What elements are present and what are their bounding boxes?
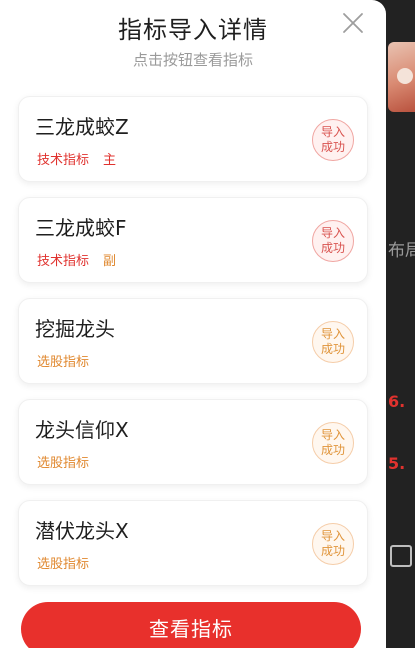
stamp-line: 导入 [320, 327, 345, 341]
import-success-stamp: 导入 成功 [312, 119, 354, 161]
stamp-line: 导入 [320, 125, 345, 139]
stamp-line: 导入 [320, 226, 345, 240]
indicator-category: 选股指标 [37, 557, 90, 572]
indicator-category: 技术指标 [37, 254, 90, 269]
indicator-card[interactable]: 龙头信仰X 选股指标 导入 成功 [18, 399, 368, 485]
indicator-name: 龙头信仰X [35, 418, 129, 442]
import-success-stamp: 导入 成功 [312, 422, 354, 464]
stamp-line: 成功 [320, 342, 345, 356]
indicator-role: 副 [103, 254, 117, 269]
import-success-stamp: 导入 成功 [312, 220, 354, 262]
background-value-fragment: 6. [388, 392, 406, 411]
background-text-fragment: 布局 [388, 241, 415, 261]
indicator-category: 选股指标 [37, 355, 90, 370]
indicator-card[interactable]: 挖掘龙头 选股指标 导入 成功 [18, 298, 368, 384]
sheet-title: 指标导入详情 [118, 16, 268, 44]
indicator-import-sheet: 指标导入详情 点击按钮查看指标 三龙成蛟Z 技术指标主 导入 成功 三龙成蛟F [0, 0, 386, 648]
sheet-subtitle: 点击按钮查看指标 [132, 51, 253, 69]
indicator-name: 三龙成蛟Z [35, 115, 129, 139]
view-indicators-button[interactable]: 查看指标 [21, 602, 361, 648]
stamp-line: 导入 [320, 529, 345, 543]
stamp-line: 成功 [320, 140, 345, 154]
indicator-category: 技术指标 [37, 153, 90, 168]
indicator-list: 三龙成蛟Z 技术指标主 导入 成功 三龙成蛟F 技术指标副 导入 成功 挖掘龙头… [18, 96, 368, 601]
import-success-stamp: 导入 成功 [312, 523, 354, 565]
indicator-role: 主 [103, 153, 117, 168]
screen: 布局 6. 5. 指标导入详情 点击按钮查看指标 三龙成蛟Z 技术指标主 导入 … [0, 0, 415, 648]
close-button[interactable] [338, 8, 368, 38]
stamp-line: 成功 [320, 241, 345, 255]
background-thumbnail-dot [397, 68, 413, 84]
background-book-icon [390, 545, 412, 567]
stamp-line: 成功 [320, 443, 345, 457]
indicator-tags: 技术指标主 [37, 149, 116, 168]
indicator-tags: 选股指标 [37, 452, 89, 471]
indicator-tags: 选股指标 [37, 553, 89, 572]
indicator-name: 挖掘龙头 [35, 317, 115, 341]
import-success-stamp: 导入 成功 [312, 321, 354, 363]
indicator-card[interactable]: 潜伏龙头X 选股指标 导入 成功 [18, 500, 368, 586]
indicator-card[interactable]: 三龙成蛟F 技术指标副 导入 成功 [18, 197, 368, 283]
background-value-fragment: 5. [388, 454, 406, 473]
indicator-card[interactable]: 三龙成蛟Z 技术指标主 导入 成功 [18, 96, 368, 182]
close-icon [343, 13, 363, 33]
indicator-tags: 选股指标 [37, 351, 89, 370]
stamp-line: 导入 [320, 428, 345, 442]
indicator-tags: 技术指标副 [37, 250, 116, 269]
indicator-category: 选股指标 [37, 456, 90, 471]
stamp-line: 成功 [320, 544, 345, 558]
indicator-name: 三龙成蛟F [35, 216, 127, 240]
indicator-name: 潜伏龙头X [35, 519, 129, 543]
